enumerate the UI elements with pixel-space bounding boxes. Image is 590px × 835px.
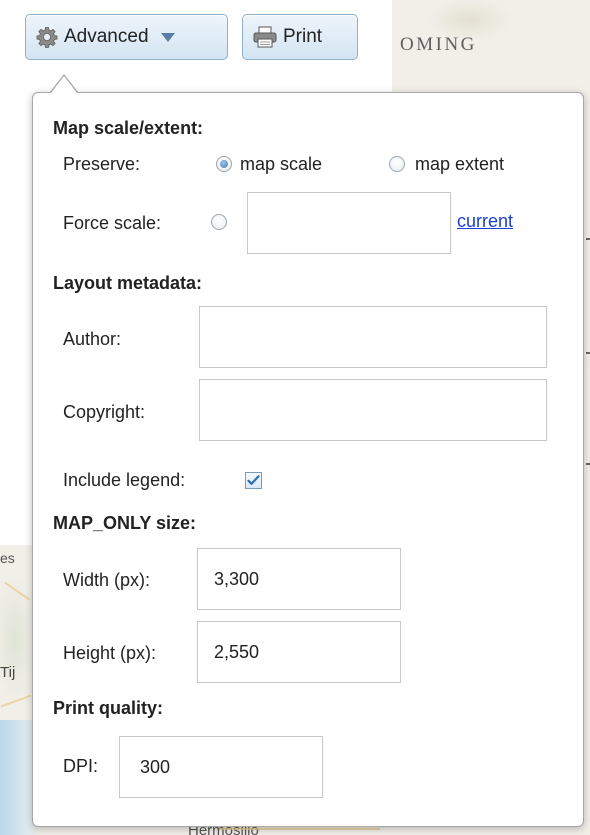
map-label: OMING [400,34,477,55]
popup-arrow-fill [51,76,77,93]
map-scale-extent-heading: Map scale/extent: [53,118,204,138]
dpi-label: DPI: [63,756,99,776]
map-label: Tij [0,664,16,681]
checkmark-icon [247,475,260,485]
gear-icon [36,26,58,48]
map-scale-option-label[interactable]: map scale [240,154,322,175]
map-scale-radio[interactable] [216,156,232,172]
advanced-button-label: Advanced [64,26,149,47]
author-label: Author: [63,329,122,349]
width-label: Width (px): [63,570,151,590]
current-scale-link[interactable]: current [457,211,513,232]
advanced-options-panel: Map scale/extent: Preserve: map scale ma… [32,92,584,827]
map-road [4,581,30,601]
force-scale-radio[interactable] [211,214,227,230]
dpi-input[interactable] [119,736,323,798]
advanced-button[interactable]: Advanced [25,14,228,60]
map-tick [586,352,590,354]
width-input[interactable] [197,548,401,610]
preserve-label: Preserve: [63,154,141,174]
map-extent-radio[interactable] [389,156,405,172]
printer-icon [253,26,277,48]
include-legend-label: Include legend: [63,470,186,490]
print-button[interactable]: Print [242,14,358,60]
height-label: Height (px): [63,643,157,663]
force-scale-label: Force scale: [63,213,162,233]
map-only-size-heading: MAP_ONLY size: [53,513,197,533]
map-road [0,694,32,708]
map-label: es [0,550,15,566]
force-scale-input[interactable] [247,192,451,254]
layout-metadata-heading: Layout metadata: [53,273,203,293]
include-legend-checkbox[interactable] [245,472,262,489]
copyright-input[interactable] [199,379,547,441]
map-road [220,828,380,830]
copyright-label: Copyright: [63,402,146,422]
caret-down-icon [160,26,175,48]
map-tick [586,238,590,240]
print-button-label: Print [283,26,323,47]
print-quality-heading: Print quality: [53,698,164,718]
map-extent-option-label[interactable]: map extent [415,154,504,175]
map-tick [586,463,590,465]
author-input[interactable] [199,306,547,368]
height-input[interactable] [197,621,401,683]
